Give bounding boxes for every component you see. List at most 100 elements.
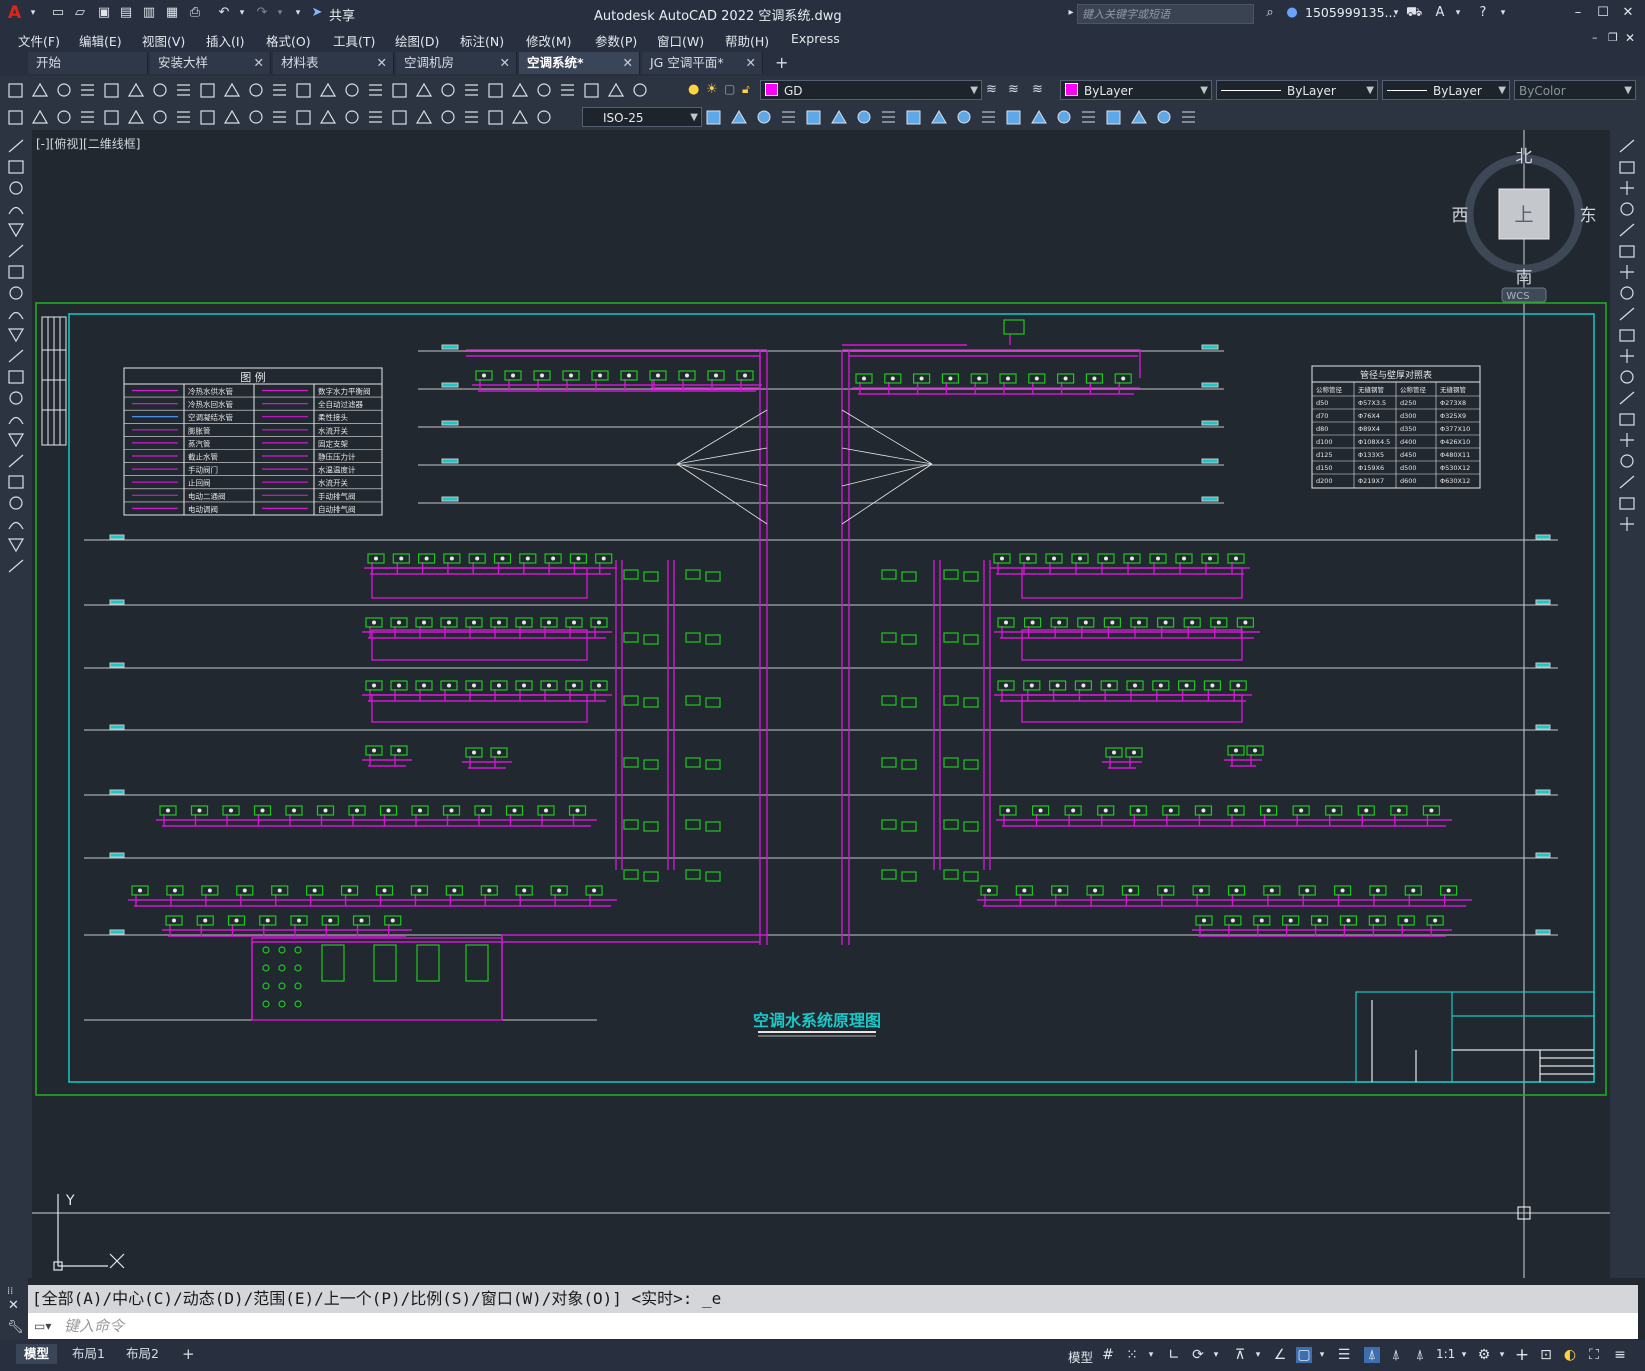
layout-tab-1[interactable]: 布局1 [64, 1344, 113, 1364]
drawing-svg[interactable]: 上 北 南 西 东 WCS Y 图 例 冷热水供水管 数字水力平衡阀冷热水回水管… [32, 130, 1610, 1278]
annotation-scale-value[interactable]: 1:1 [1436, 1347, 1455, 1361]
close-tab-icon[interactable]: ✕ [623, 52, 633, 74]
dimstyle-dropdown[interactable]: ISO-25 ▼ [582, 107, 702, 127]
doc-minimize-icon[interactable]: – [1592, 31, 1598, 44]
minimize-icon[interactable]: – [1570, 5, 1586, 21]
customize-qat-icon[interactable]: ▾ [290, 5, 306, 21]
grip-icon[interactable]: ⁞⁞ [7, 1286, 13, 1297]
search-icon[interactable]: ⌕ [1262, 5, 1278, 21]
menu-insert[interactable]: 插入(I) [206, 31, 244, 50]
tab-ac-system[interactable]: 空调系统* ✕ [519, 52, 640, 74]
linetype-dropdown[interactable]: ByLayer ▼ [1216, 80, 1378, 100]
help-icon[interactable]: ? [1475, 5, 1491, 21]
menu-express[interactable]: Express [791, 31, 840, 46]
polar-chevron-icon[interactable]: ▾ [1208, 1347, 1224, 1363]
search-input[interactable]: 键入关键字或短语 [1077, 4, 1254, 24]
scale-chevron-icon[interactable]: ▾ [1456, 1347, 1472, 1363]
lineweight-dropdown[interactable]: ByLayer ▼ [1382, 80, 1510, 100]
layout-tab-model[interactable]: 模型 [16, 1344, 58, 1364]
user-chevron-icon[interactable]: ▾ [1388, 5, 1404, 21]
layer-on-icon[interactable]: ● [688, 82, 704, 98]
lineweight-icon[interactable]: ☰ [1336, 1347, 1352, 1363]
maximize-icon[interactable]: ☐ [1595, 5, 1611, 21]
layer-previous-icon[interactable]: ≋ [1032, 82, 1048, 98]
menu-format[interactable]: 格式(O) [266, 31, 311, 50]
share-icon[interactable]: ➤ [309, 5, 325, 21]
model-space-button[interactable]: 模型 [1068, 1347, 1093, 1366]
isolate-objects-icon[interactable]: ◐ [1562, 1347, 1578, 1363]
menu-tools[interactable]: 工具(T) [333, 31, 375, 50]
grid-icon[interactable]: # [1100, 1347, 1116, 1363]
close-tab-icon[interactable]: ✕ [746, 52, 756, 74]
menu-window[interactable]: 窗口(W) [657, 31, 704, 50]
isodraft-chevron-icon[interactable]: ▾ [1250, 1347, 1266, 1363]
autodesk-app-icon[interactable]: A [1432, 5, 1448, 21]
user-name[interactable]: 1505999135... [1305, 5, 1396, 20]
new-file-icon[interactable]: ▭ [50, 5, 66, 21]
menu-help[interactable]: 帮助(H) [725, 31, 769, 50]
auto-scale-icon[interactable]: ⍋ [1388, 1347, 1404, 1363]
tab-material-list[interactable]: 材料表 ✕ [273, 52, 394, 74]
draw-tool-icons[interactable] [0, 136, 32, 596]
tab-start[interactable]: 开始 [28, 52, 148, 74]
customize-wrench-icon[interactable]: 🔧︎ [7, 1320, 24, 1335]
undo-icon[interactable]: ↶ [216, 5, 232, 21]
redo-icon[interactable]: ↷ [254, 5, 270, 21]
share-button[interactable]: 共享 [329, 5, 355, 24]
layer-dropdown[interactable]: GD ▼ [760, 80, 982, 100]
plotstyle-dropdown[interactable]: ByColor ▼ [1514, 80, 1636, 100]
osnap-chevron-icon[interactable]: ▾ [1314, 1347, 1330, 1363]
menu-edit[interactable]: 编辑(E) [79, 31, 122, 50]
workspace-chevron-icon[interactable]: ▾ [1494, 1347, 1510, 1363]
units-icon[interactable]: ⊡ [1538, 1347, 1554, 1363]
doc-restore-icon[interactable]: ❐ [1608, 31, 1618, 44]
layout-tab-2[interactable]: 布局2 [118, 1344, 167, 1364]
menu-parametric[interactable]: 参数(P) [595, 31, 637, 50]
object-snap-tracking-icon[interactable]: ∠ [1272, 1347, 1288, 1363]
redo-dropdown-icon[interactable]: ▾ [272, 5, 288, 21]
close-command-icon[interactable]: ✕ [8, 1298, 19, 1313]
customization-icon[interactable]: ≡ [1612, 1347, 1628, 1363]
snap-icon[interactable]: ⁙ [1124, 1347, 1140, 1363]
ortho-icon[interactable]: ∟ [1166, 1347, 1182, 1363]
user-icon[interactable]: ● [1284, 5, 1300, 21]
tab-ac-room[interactable]: 空调机房 ✕ [396, 52, 517, 74]
modify-tool-icons[interactable] [1610, 136, 1645, 556]
open-file-icon[interactable]: ▱ [72, 5, 88, 21]
app-chevron-icon[interactable]: ▾ [1450, 5, 1466, 21]
save-icon[interactable]: ▣ [96, 5, 112, 21]
command-prompt-icon[interactable]: ▭▾ [34, 1313, 51, 1339]
make-current-layer-icon[interactable]: ≋ [986, 82, 1002, 98]
close-icon[interactable]: ✕ [1620, 5, 1636, 21]
drawing-canvas[interactable]: [-][俯视][二维线框] 上 北 南 西 东 WCS Y 图 例 冷热水供水管… [32, 130, 1610, 1278]
modify-toolbar-icons[interactable] [706, 109, 1226, 127]
doc-close-icon[interactable]: ✕ [1625, 31, 1635, 45]
annotation-visibility-icon[interactable]: ⍋ [1364, 1347, 1380, 1363]
menu-modify[interactable]: 修改(M) [526, 31, 572, 50]
new-tab-icon[interactable]: + [767, 52, 797, 74]
tab-ac-plan[interactable]: JG 空调平面* ✕ [642, 52, 763, 74]
autocad-logo[interactable]: A [8, 3, 21, 23]
close-tab-icon[interactable]: ✕ [377, 52, 387, 74]
menu-draw[interactable]: 绘图(D) [395, 31, 439, 50]
standard-toolbar-icons[interactable] [8, 82, 668, 100]
workspace-gear-icon[interactable]: ⚙ [1476, 1347, 1492, 1363]
snap-chevron-icon[interactable]: ▾ [1143, 1347, 1159, 1363]
annotation-monitor-icon[interactable]: + [1514, 1347, 1530, 1364]
menu-file[interactable]: 文件(F) [18, 31, 60, 50]
layer-lock-icon[interactable]: 🔓︎ [742, 82, 758, 98]
command-input[interactable]: ▭▾ 键入命令 [28, 1313, 1638, 1339]
dimension-toolbar-icons[interactable] [8, 109, 578, 127]
save-as-icon[interactable]: ▤ [118, 5, 134, 21]
polar-icon[interactable]: ⟳ [1190, 1347, 1206, 1363]
open-web-icon[interactable]: ▥ [141, 5, 157, 21]
layer-match-icon[interactable]: ≋ [1008, 82, 1024, 98]
save-web-icon[interactable]: ▦ [164, 5, 180, 21]
plot-icon[interactable]: ⎙ [187, 5, 203, 21]
close-tab-icon[interactable]: ✕ [254, 52, 264, 74]
help-chevron-icon[interactable]: ▾ [1495, 5, 1511, 21]
color-dropdown[interactable]: ByLayer ▼ [1060, 80, 1212, 100]
layer-viewport-icon[interactable]: ▢ [724, 82, 740, 98]
annotation-scale-icon[interactable]: ⍋ [1412, 1347, 1428, 1363]
clean-screen-icon[interactable]: ⛶ [1586, 1347, 1602, 1363]
